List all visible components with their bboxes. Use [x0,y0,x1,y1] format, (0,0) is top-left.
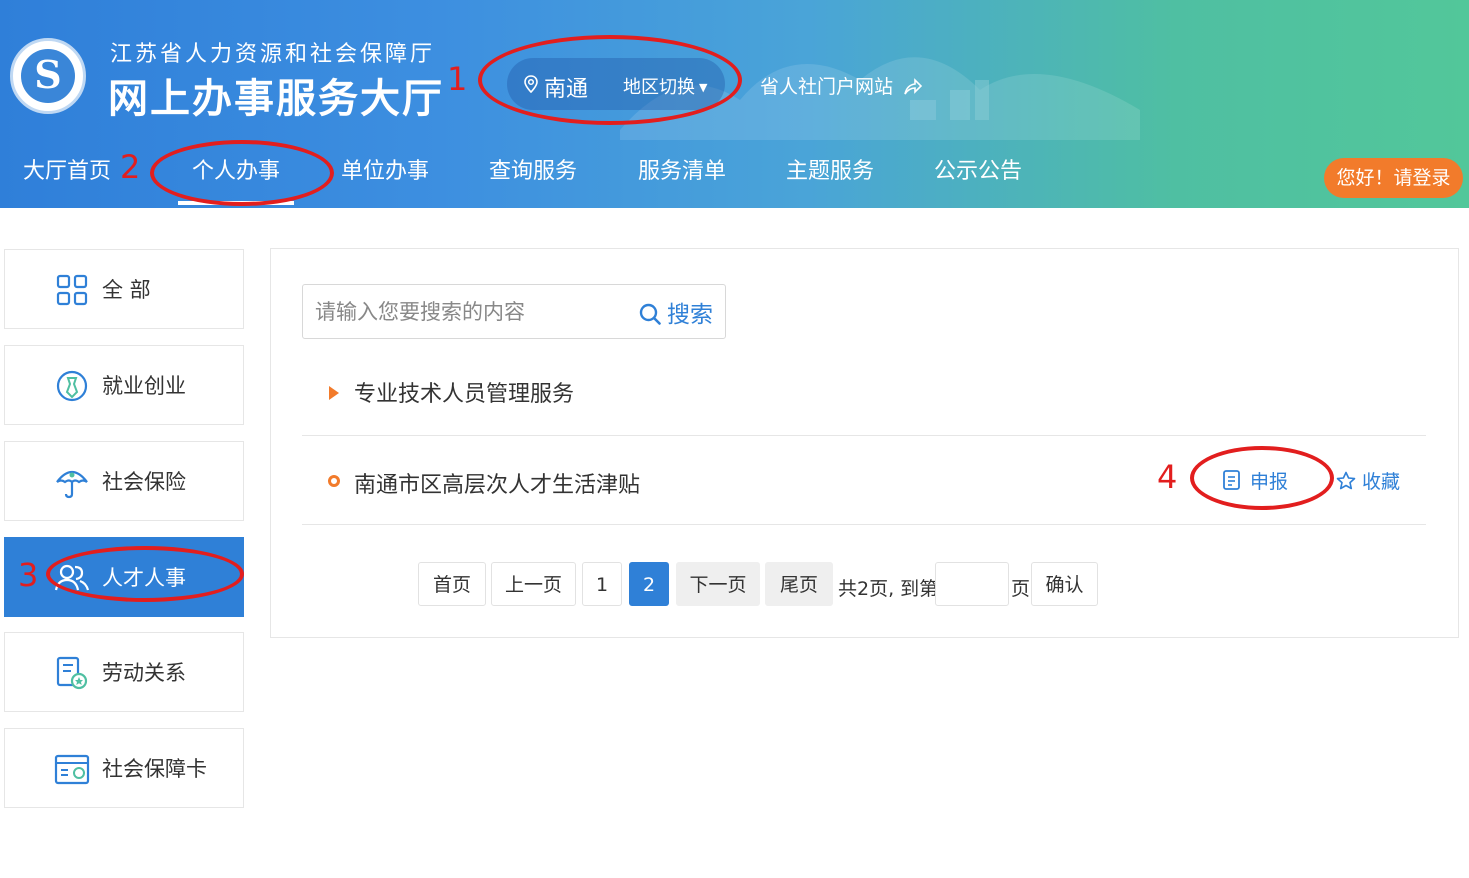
nav-personal[interactable]: 个人办事 [177,153,295,205]
region-name: 南通 [544,77,589,102]
category-title: 专业技术人员管理服务 [354,382,575,407]
page-prev-button[interactable]: 上一页 [491,562,576,606]
apply-button-label: 申报 [1250,471,1289,493]
search-icon [639,303,661,325]
sidebar-item-label: 社会保障卡 [102,757,207,781]
region-selector[interactable]: 南通 地区切换 ▼ [507,58,725,110]
search-box: 搜索 [302,284,726,339]
star-icon [1336,471,1356,490]
sidebar-item-label: 就业创业 [102,374,186,398]
search-button[interactable]: 搜索 [639,295,713,329]
login-button[interactable]: 您好！请登录 [1324,158,1463,198]
share-arrow-icon [904,78,923,95]
site-title: 网上办事服务大厅 [108,76,444,122]
search-button-label: 搜索 [667,302,713,328]
sidebar-item-label: 社会保险 [102,470,186,494]
card-icon [54,754,90,785]
annotation-marker-2: 2 [120,148,141,186]
item-title[interactable]: 南通市区高层次人才生活津贴 [354,467,640,499]
page-number-2[interactable]: 2 [629,562,669,606]
employment-icon [56,370,88,402]
page-suffix: 页 [1011,578,1031,600]
nav-notice[interactable]: 公示公告 [934,153,1022,185]
umbrella-icon [56,470,88,499]
nav-service-list[interactable]: 服务清单 [638,153,726,185]
sidebar-item-employment[interactable]: 就业创业 [4,345,244,425]
sidebar-item-all[interactable]: 全 部 [4,249,244,329]
page-number-1[interactable]: 1 [582,562,622,606]
page-jump-input[interactable] [935,562,1009,606]
sidebar-item-labor[interactable]: 劳动关系 [4,632,244,712]
grid-icon [56,274,88,306]
region-switch-label: 地区切换 [623,77,695,98]
nav-theme[interactable]: 主题服务 [786,153,874,185]
logo: S [10,38,86,114]
sidebar-item-insurance[interactable]: 社会保险 [4,441,244,521]
sidebar-item-label: 劳动关系 [102,661,186,685]
annotation-marker-1: 1 [447,60,468,98]
favorite-button-label: 收藏 [1362,471,1401,493]
page-first-button[interactable]: 首页 [418,562,486,606]
org-name: 江苏省人力资源和社会保障厅 [110,42,436,67]
category-row[interactable]: 专业技术人员管理服务 [302,360,1426,436]
search-input[interactable] [315,295,625,329]
page-total-text: 共2页, 到第 [838,578,939,600]
nav-unit[interactable]: 单位办事 [341,153,429,185]
nav-home[interactable]: 大厅首页 [23,153,111,185]
portal-link[interactable]: 省人社门户网站 [760,72,923,99]
location-pin-icon [524,75,538,93]
header: S 江苏省人力资源和社会保障厅 网上办事服务大厅 南通 地区切换 ▼ 省人社门户网… [0,0,1469,208]
caret-down-icon: ▼ [699,81,708,94]
favorite-button[interactable]: 收藏 [1336,467,1400,494]
sidebar-item-label: 人才人事 [102,566,186,590]
sidebar-item-talent[interactable]: 人才人事 [4,537,244,617]
page-confirm-button[interactable]: 确认 [1031,562,1098,606]
sidebar-item-label: 全 部 [102,278,151,302]
document-edit-icon [1223,470,1240,490]
apply-button[interactable]: 申报 [1222,467,1288,494]
main-nav: 大厅首页 个人办事 单位办事 查询服务 服务清单 主题服务 公示公告 [0,145,1300,205]
region-switch-button[interactable]: 地区切换 ▼ [623,73,707,99]
annotation-marker-3: 3 [18,556,39,594]
bullet-icon [328,475,340,487]
expand-triangle-icon [329,386,339,400]
sidebar-item-card[interactable]: 社会保障卡 [4,728,244,808]
page-last-button[interactable]: 尾页 [765,562,833,606]
nav-query[interactable]: 查询服务 [489,153,577,185]
contract-icon [56,656,88,690]
people-icon [54,564,90,591]
annotation-marker-4: 4 [1157,458,1178,496]
portal-link-label: 省人社门户网站 [760,76,894,98]
page-next-button[interactable]: 下一页 [676,562,760,606]
list-item: 南通市区高层次人才生活津贴 申报 收藏 [302,437,1426,525]
